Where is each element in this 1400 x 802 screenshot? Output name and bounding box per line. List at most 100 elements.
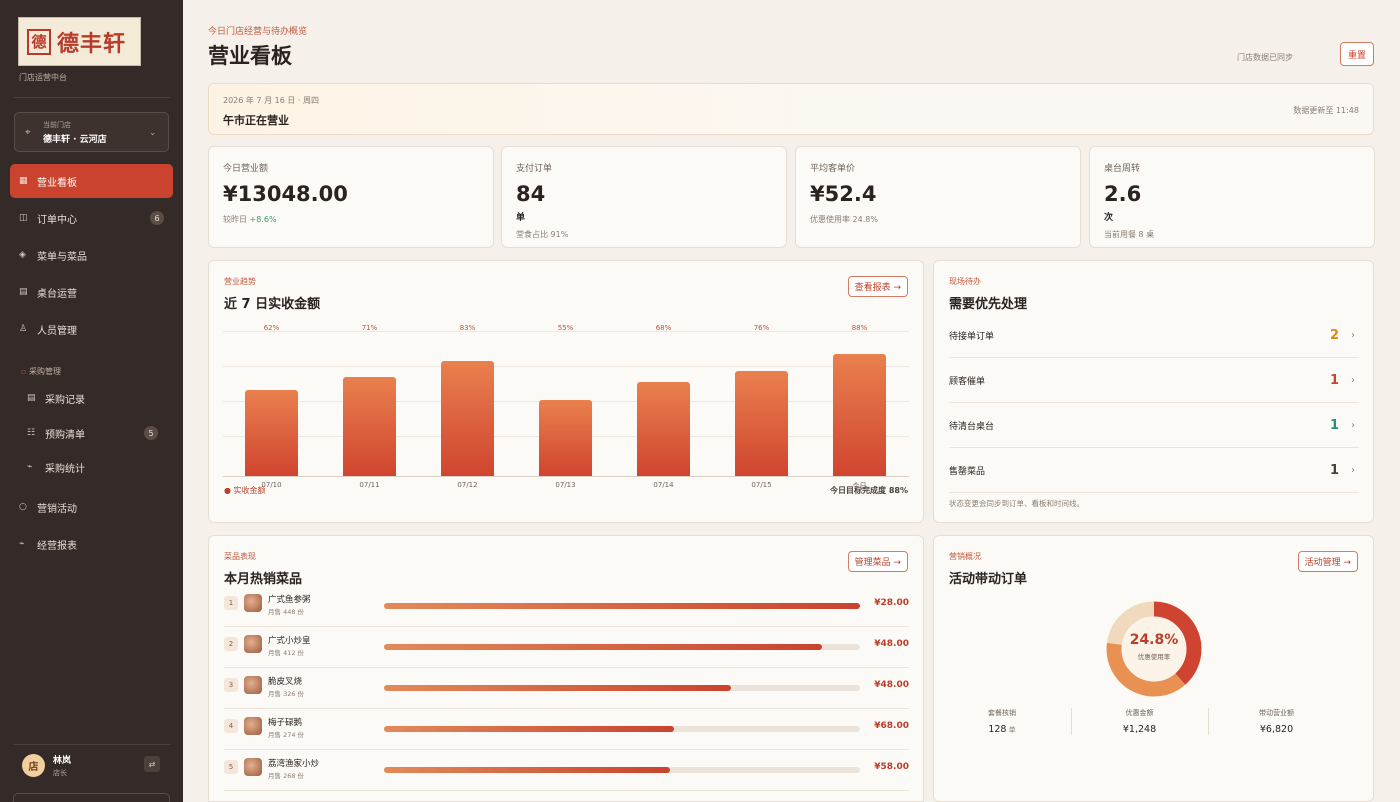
section-label: 采购管理 <box>28 367 61 376</box>
bar-data-label: 88% <box>851 324 868 332</box>
chart-bar[interactable] <box>245 389 298 476</box>
banner-status: 午市正在营业 <box>223 114 289 127</box>
orders-count-badge: 6 <box>150 211 164 225</box>
dish-sales: 月售 268 份 <box>268 772 305 780</box>
kpi-card-orders: 支付订单 84 单 堂食占比 91% <box>501 146 787 248</box>
todo-label: 售罄菜品 <box>949 466 986 477</box>
dish-row[interactable]: 4 梅子碌鹅 月售 274 份 ¥68.00 <box>224 709 909 750</box>
dish-sales: 月售 412 份 <box>268 649 305 657</box>
kpi-label: 今日营业额 <box>223 164 269 174</box>
section-purchase[interactable]: ▫ 采购管理 <box>21 366 61 377</box>
nav-label: 营业看板 <box>37 177 77 189</box>
rank-badge: 5 <box>224 760 238 774</box>
chart-bar[interactable] <box>343 377 396 476</box>
todo-count: 1 <box>1329 462 1339 478</box>
bar-data-label: 83% <box>459 324 476 332</box>
kpi-unit: 次 <box>1104 213 1114 223</box>
chart-bar[interactable] <box>637 381 690 476</box>
stat-value: ¥1,248 <box>1122 724 1157 735</box>
rank-badge: 2 <box>224 637 238 651</box>
nav-item-tables[interactable]: ▤ 桌台运营 <box>10 275 173 309</box>
prepurchase-count-badge: 5 <box>144 426 158 440</box>
kpi-value: ¥13048.00 <box>223 182 348 206</box>
nav-item-marketing[interactable]: ○ 营销活动 <box>10 490 173 524</box>
dish-name: 梅子碌鹅 <box>268 718 303 728</box>
sales-progress-track <box>384 603 860 609</box>
todo-row[interactable]: 顾客催单 1 › <box>949 358 1359 403</box>
record-icon: ▤ <box>27 393 36 403</box>
dish-thumbnail <box>244 676 262 694</box>
brand-logo[interactable]: 德 德丰轩 <box>18 17 141 66</box>
main-content: 今日门店经营与待办概览 营业看板 门店数据已同步 重置 2026 年 7 月 1… <box>183 0 1400 802</box>
nav-item-staff[interactable]: ♙ 人员管理 <box>10 312 173 346</box>
menu-icon: ◈ <box>19 250 26 260</box>
banner-date: 2026 年 7 月 16 日 · 周四 <box>223 96 319 105</box>
sidebar: 德 德丰轩 门店运营中台 ⌖ 当前门店 德丰轩 · 云河店 ⌄ ▦ 营业看板 ◫… <box>0 0 183 802</box>
todo-row[interactable]: 待清台桌台 1 › <box>949 403 1359 448</box>
donut-label: 优惠使用率 <box>1137 653 1171 661</box>
sub-item-prepurchase-list[interactable]: ☷ 预购清单 5 <box>27 420 167 446</box>
dish-price: ¥48.00 <box>874 639 909 649</box>
rank-badge: 1 <box>224 596 238 610</box>
marketing-icon: ○ <box>19 502 27 512</box>
nav-item-menu[interactable]: ◈ 菜单与菜品 <box>10 238 173 272</box>
chevron-right-icon: › <box>1351 329 1355 341</box>
dish-price: ¥28.00 <box>874 598 909 608</box>
dish-row[interactable]: 2 广式小炒皇月售 412 份 ¥48.00 <box>224 627 909 668</box>
kpi-label: 支付订单 <box>516 164 553 174</box>
dish-name: 广式小炒皇 <box>268 636 311 646</box>
sub-label: 采购记录 <box>45 394 85 406</box>
nav-item-dashboard[interactable]: ▦ 营业看板 <box>10 164 173 198</box>
chart-bar[interactable] <box>735 370 788 476</box>
kpi-value: ¥52.4 <box>810 182 877 206</box>
sales-progress-track <box>384 685 860 691</box>
location-icon: ⌖ <box>25 126 31 138</box>
card-title: 本月热销菜品 <box>224 572 303 587</box>
divider <box>13 97 171 98</box>
manage-dishes-button[interactable]: 管理菜品 → <box>847 551 908 572</box>
view-report-button[interactable]: 查看报表 → <box>847 276 908 297</box>
dish-sales: 月售 448 份 <box>268 608 305 616</box>
folder-icon: ▫ <box>21 367 27 376</box>
dish-price: ¥68.00 <box>874 721 909 731</box>
sub-item-purchase-records[interactable]: ▤ 采购记录 <box>27 385 167 411</box>
todo-card: 现场待办 需要优先处理 待接单订单 2 › 顾客催单 1 › 待清台桌台 1 › 售罄菜品 1 › 状… <box>933 260 1374 523</box>
chart-bar[interactable] <box>833 353 886 476</box>
dish-sales: 月售 274 份 <box>268 731 305 739</box>
bar-data-label: 71% <box>361 324 378 332</box>
bar-data-label: 55% <box>557 324 574 332</box>
nav-item-orders[interactable]: ◫ 订单中心 6 <box>10 201 173 235</box>
store-label: 当前门店 <box>43 120 71 129</box>
dish-thumbnail <box>244 717 262 735</box>
chart-bar[interactable] <box>539 399 592 476</box>
user-profile[interactable]: 店 林岚 店长 ⇄ <box>22 753 162 778</box>
dish-row[interactable]: 5 荔湾渔家小炒 月售 268 份 ¥58.00 <box>224 750 909 791</box>
sub-item-purchase-stats[interactable]: ⌁ 采购统计 <box>27 454 167 480</box>
kpi-label: 桌台周转 <box>1104 164 1141 174</box>
switch-account-icon[interactable]: ⇄ <box>144 756 160 772</box>
sync-status: 门店数据已同步 <box>1237 53 1293 62</box>
sub-label: 采购统计 <box>45 463 85 475</box>
store-selector[interactable]: ⌖ 当前门店 德丰轩 · 云河店 ⌄ <box>14 112 169 152</box>
nav-item-reports[interactable]: ⌁ 经营报表 <box>10 527 173 561</box>
platform-label: 门店运营中台 <box>19 73 67 82</box>
avatar: 店 <box>22 754 45 777</box>
reset-button[interactable]: 重置 <box>1340 42 1374 66</box>
sidebar-bottom-button[interactable] <box>13 793 170 802</box>
todo-row[interactable]: 待接单订单 2 › <box>949 313 1359 358</box>
todo-row[interactable]: 售罄菜品 1 › <box>949 448 1359 493</box>
dish-row[interactable]: 1 广式鱼参粥 月售 448 份 ¥28.00 <box>224 586 909 627</box>
dish-thumbnail <box>244 594 262 612</box>
stat-value: 128 单 <box>988 724 1016 735</box>
chevron-down-icon: ⌄ <box>149 128 156 137</box>
bar-data-label: 62% <box>263 324 280 332</box>
kpi-card-avg-ticket: 平均客单价 ¥52.4 优惠使用率 24.8% <box>795 146 1081 248</box>
x-tick-label: 07/12 <box>457 481 478 489</box>
sales-progress-track <box>384 767 860 773</box>
kpi-foot: 当前用餐 8 桌 <box>1104 230 1155 239</box>
card-title: 近 7 日实收金额 <box>224 297 321 312</box>
chart-bar[interactable] <box>441 360 494 476</box>
dish-row[interactable]: 3 脆皮叉烧 月售 326 份 ¥48.00 <box>224 668 909 709</box>
manage-campaigns-button[interactable]: 活动管理 → <box>1297 551 1358 572</box>
divider <box>13 744 171 745</box>
